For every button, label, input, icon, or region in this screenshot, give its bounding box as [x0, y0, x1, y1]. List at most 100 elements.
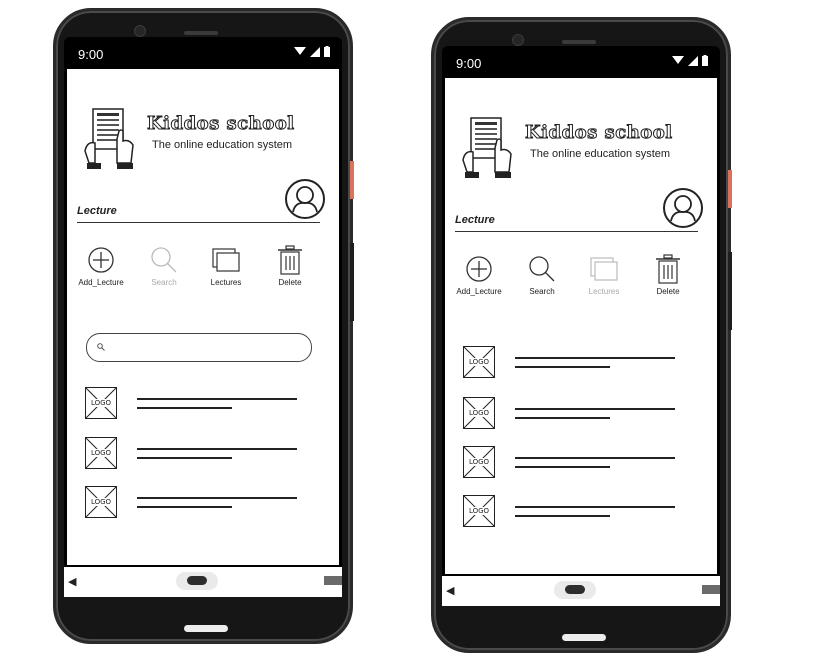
search-button[interactable]: Search — [134, 245, 194, 287]
phone-mockup-1: 9:00 Kiddos school The online education … — [53, 8, 354, 644]
status-time: 9:00 — [78, 47, 104, 62]
lectures-button[interactable]: Lectures — [574, 254, 634, 296]
app-tagline: The online education system — [152, 139, 293, 151]
trash-icon — [278, 245, 302, 275]
search-label: Search — [529, 287, 555, 296]
status-bar: 9:00 — [442, 46, 720, 80]
thumbnail-label: LOGO — [466, 409, 492, 417]
plus-circle-icon — [466, 256, 492, 282]
thumbnail-label: LOGO — [88, 449, 114, 457]
item-subtitle-placeholder — [515, 366, 610, 368]
section-divider — [77, 222, 320, 223]
item-subtitle-placeholder — [137, 506, 232, 508]
phone-mockup-2: 9:00 Kiddos school The online education … — [431, 17, 732, 653]
user-avatar-icon[interactable] — [663, 188, 703, 228]
app-brand-title: Kiddos school — [147, 113, 295, 135]
add-lecture-label: Add_Lecture — [78, 278, 124, 287]
user-avatar-icon[interactable] — [285, 179, 325, 219]
section-title: Lecture — [77, 205, 117, 217]
search-icon — [151, 247, 177, 273]
list-item[interactable]: LOGO — [463, 397, 703, 429]
signal-icon — [688, 55, 698, 66]
add-lecture-button[interactable]: Add_Lecture — [449, 254, 509, 296]
volume-button[interactable] — [350, 243, 354, 321]
thumbnail-label: LOGO — [88, 399, 114, 407]
screen: 9:00 Kiddos school The online education … — [442, 46, 720, 606]
item-subtitle-placeholder — [137, 407, 232, 409]
nav-back-icon[interactable]: ◀ — [446, 584, 454, 597]
delete-label: Delete — [656, 287, 680, 296]
wifi-icon — [672, 56, 684, 64]
item-title-placeholder — [137, 448, 297, 450]
nav-home-button[interactable] — [554, 581, 596, 599]
list-item[interactable]: LOGO — [463, 495, 703, 527]
signal-icon — [310, 46, 320, 57]
screen: 9:00 Kiddos school The online education … — [64, 37, 342, 597]
delete-label: Delete — [278, 278, 302, 287]
power-button[interactable] — [350, 161, 354, 199]
thumbnail-label: LOGO — [466, 458, 492, 466]
power-button[interactable] — [728, 170, 732, 208]
system-nav-bar: ◀ — [442, 576, 720, 606]
plus-circle-icon — [88, 247, 114, 273]
lectures-button[interactable]: Lectures — [196, 245, 256, 287]
list-item[interactable]: LOGO — [85, 387, 325, 419]
nav-home-button[interactable] — [176, 572, 218, 590]
bottom-speaker — [184, 625, 228, 632]
search-input-icon — [97, 343, 105, 351]
lectures-label: Lectures — [588, 287, 620, 296]
battery-icon — [324, 46, 330, 57]
nav-recent-icon[interactable] — [702, 585, 720, 594]
status-time: 9:00 — [456, 56, 482, 71]
front-camera — [134, 25, 146, 37]
nav-back-icon[interactable]: ◀ — [68, 575, 76, 588]
search-input[interactable] — [86, 333, 312, 362]
battery-icon — [702, 55, 708, 66]
lectures-stack-icon — [590, 257, 618, 281]
item-subtitle-placeholder — [515, 515, 610, 517]
item-title-placeholder — [515, 408, 675, 410]
front-camera — [512, 34, 524, 46]
lectures-label: Lectures — [210, 278, 242, 287]
wifi-icon — [294, 47, 306, 55]
delete-button[interactable]: Delete — [260, 245, 320, 287]
volume-button[interactable] — [728, 252, 732, 330]
status-icons — [294, 46, 330, 57]
app-brand-title: Kiddos school — [525, 122, 673, 144]
list-item[interactable]: LOGO — [85, 486, 325, 518]
add-lecture-button[interactable]: Add_Lecture — [71, 245, 131, 287]
search-button[interactable]: Search — [512, 254, 572, 296]
item-title-placeholder — [137, 398, 297, 400]
thumbnail-label: LOGO — [466, 358, 492, 366]
item-subtitle-placeholder — [137, 457, 232, 459]
item-subtitle-placeholder — [515, 466, 610, 468]
section-divider — [455, 231, 698, 232]
item-title-placeholder — [515, 506, 675, 508]
list-item[interactable]: LOGO — [85, 437, 325, 469]
thumbnail-label: LOGO — [88, 498, 114, 506]
trash-icon — [656, 254, 680, 284]
item-title-placeholder — [137, 497, 297, 499]
school-logo-icon — [84, 108, 134, 169]
app-content: Kiddos school The online education syste… — [67, 69, 339, 565]
status-bar: 9:00 — [64, 37, 342, 71]
thumbnail-label: LOGO — [466, 507, 492, 515]
app-tagline: The online education system — [530, 148, 671, 160]
bottom-speaker — [562, 634, 606, 641]
search-label: Search — [151, 278, 177, 287]
item-subtitle-placeholder — [515, 417, 610, 419]
speaker-grille — [184, 31, 218, 35]
status-icons — [672, 55, 708, 66]
app-content: Kiddos school The online education syste… — [445, 78, 717, 574]
list-item[interactable]: LOGO — [463, 346, 703, 378]
item-title-placeholder — [515, 357, 675, 359]
speaker-grille — [562, 40, 596, 44]
item-title-placeholder — [515, 457, 675, 459]
add-lecture-label: Add_Lecture — [456, 287, 502, 296]
list-item[interactable]: LOGO — [463, 446, 703, 478]
nav-recent-icon[interactable] — [324, 576, 342, 585]
search-icon — [529, 256, 555, 282]
delete-button[interactable]: Delete — [638, 254, 698, 296]
system-nav-bar: ◀ — [64, 567, 342, 597]
school-logo-icon — [462, 117, 512, 178]
